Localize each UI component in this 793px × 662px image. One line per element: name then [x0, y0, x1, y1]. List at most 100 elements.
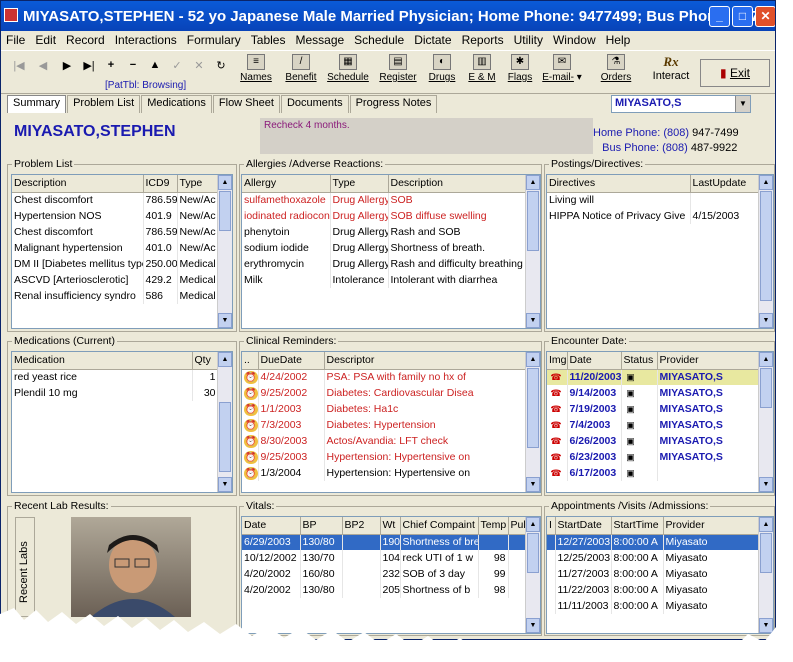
menu-formulary[interactable]: Formulary — [182, 33, 246, 47]
table-row[interactable]: 4/20/2002 160/80 232 SOB of 3 day 99 — [242, 566, 527, 582]
column-header[interactable]: Description — [12, 175, 144, 193]
column-header[interactable]: Medication — [12, 352, 193, 370]
table-row[interactable]: Living will — [547, 192, 760, 208]
scroll-thumb[interactable] — [527, 533, 539, 573]
menu-interactions[interactable]: Interactions — [110, 33, 182, 47]
scroll-up-icon[interactable]: ▲ — [218, 352, 232, 367]
menu-dictate[interactable]: Dictate — [409, 33, 456, 47]
table-row[interactable]: HIPPA Notice of Privacy Give 4/15/2003 — [547, 208, 760, 224]
scroll-up-icon[interactable]: ▲ — [218, 175, 232, 190]
allergies-grid[interactable]: Allergy Type Description sulfamethoxazole Dr… — [241, 174, 541, 329]
column-header[interactable]: LastUpdate — [690, 175, 760, 193]
table-row[interactable]: ⏰ 7/3/2003 Diabetes: Hypertension — [242, 417, 527, 433]
table-row[interactable]: ☎ 6/26/2003 ▣ MIYASATO,S — [547, 433, 760, 449]
table-row[interactable]: ⏰ 1/1/2003 Diabetes: Ha1c — [242, 401, 527, 417]
column-header[interactable]: Qty — [192, 352, 219, 370]
patient-note[interactable]: Recheck 4 months. — [260, 118, 593, 154]
postings-grid[interactable]: Directives LastUpdate Living will HIPPA Not… — [546, 174, 774, 329]
vertical-scrollbar[interactable]: ▲ ▼ — [217, 175, 232, 328]
scroll-down-icon[interactable]: ▼ — [759, 477, 773, 492]
table-row[interactable]: ☎ 11/20/2003 ▣ MIYASATO,S — [547, 369, 760, 385]
scroll-up-icon[interactable]: ▲ — [526, 175, 540, 190]
table-row[interactable]: ⏰ 1/3/2004 Hypertension: Hypertensive on — [242, 465, 527, 481]
scroll-up-icon[interactable]: ▲ — [759, 517, 773, 532]
scroll-thumb[interactable] — [527, 191, 539, 251]
menu-schedule[interactable]: Schedule — [349, 33, 409, 47]
table-row[interactable]: Chest discomfort 786.59 New/Ac — [12, 192, 222, 208]
column-header[interactable]: Chief Compaint — [400, 517, 479, 535]
table-row[interactable]: 11/22/2003 8:00:00 A Miyasato — [547, 582, 760, 598]
refresh-icon[interactable]: ↻ — [213, 59, 229, 72]
minimize-icon[interactable]: _ — [709, 6, 730, 27]
table-row[interactable]: ☎ 7/19/2003 ▣ MIYASATO,S — [547, 401, 760, 417]
schedule-button[interactable]: ▦ Schedule — [327, 54, 369, 83]
menu-utility[interactable]: Utility — [509, 33, 548, 47]
interact-button[interactable]: Rx Interact — [648, 54, 694, 82]
table-row[interactable]: ⏰ 9/25/2003 Hypertension: Hypertensive on — [242, 449, 527, 465]
table-row[interactable]: Plendil 10 mg 30 — [12, 385, 219, 401]
table-row[interactable]: 10/12/2002 130/70 104 reck UTI of 1 w 98 — [242, 550, 527, 566]
last-record-icon[interactable]: ▶| — [81, 59, 97, 72]
column-header[interactable]: StartDate — [555, 517, 612, 535]
column-header[interactable]: I — [547, 517, 556, 535]
scroll-up-icon[interactable]: ▲ — [759, 352, 773, 367]
scroll-down-icon[interactable]: ▼ — [759, 313, 773, 328]
column-header[interactable]: Status — [621, 352, 658, 370]
vertical-scrollbar[interactable]: ▲ ▼ — [217, 352, 232, 492]
next-record-icon[interactable]: ▶ — [59, 59, 75, 72]
vertical-scrollbar[interactable]: ▲ ▼ — [758, 352, 773, 492]
table-row[interactable]: ⏰ 8/30/2003 Actos/Avandia: LFT check — [242, 433, 527, 449]
title-bar[interactable]: MIYASATO,STEPHEN - 52 yo Japanese Male M… — [1, 1, 775, 31]
table-row[interactable]: Renal insufficiency syndro 586 Medical — [12, 288, 222, 304]
menu-window[interactable]: Window — [548, 33, 601, 47]
menu-reports[interactable]: Reports — [457, 33, 509, 47]
cancel-record-icon[interactable]: ✕ — [191, 59, 207, 72]
column-header[interactable]: Temp — [478, 517, 509, 535]
table-row[interactable]: ☎ 9/14/2003 ▣ MIYASATO,S — [547, 385, 760, 401]
reminders-grid[interactable]: .. DueDate Descriptor ⏰ 4/24/2002 PSA: PSA wi… — [241, 351, 541, 493]
table-row[interactable]: ⏰ 4/24/2002 PSA: PSA with family no hx of — [242, 369, 527, 385]
prev-record-icon[interactable]: ◀ — [35, 59, 51, 72]
table-row[interactable]: Milk Intolerance Intolerant with diarrhea — [242, 272, 527, 288]
tab-problem-list[interactable]: Problem List — [67, 95, 141, 113]
scroll-down-icon[interactable]: ▼ — [526, 477, 540, 492]
column-header[interactable]: StartTime — [611, 517, 664, 535]
post-record-icon[interactable]: ✓ — [169, 59, 185, 72]
menu-message[interactable]: Message — [290, 33, 349, 47]
tab-flow-sheet[interactable]: Flow Sheet — [212, 95, 280, 113]
column-header[interactable]: Descriptor — [324, 352, 527, 370]
table-row[interactable]: DM II [Diabetes mellitus type 250.00 Medic… — [12, 256, 222, 272]
column-header[interactable]: Pul — [508, 517, 527, 535]
vertical-scrollbar[interactable]: ▲ ▼ — [525, 175, 540, 328]
table-row[interactable]: red yeast rice 1 — [12, 369, 219, 385]
table-row[interactable]: Chest discomfort 786.59 New/Ac — [12, 224, 222, 240]
register-button[interactable]: ▤ Register — [377, 54, 419, 83]
table-row[interactable]: sodium iodide Drug Allergy Shortness of br… — [242, 240, 527, 256]
patient-select[interactable]: MIYASATO,S ▼ — [611, 95, 751, 113]
menu-record[interactable]: Record — [61, 33, 110, 47]
vertical-scrollbar[interactable]: ▲ ▼ — [525, 352, 540, 492]
menu-help[interactable]: Help — [601, 33, 636, 47]
column-header[interactable]: Img — [547, 352, 568, 370]
column-header[interactable]: Date — [567, 352, 622, 370]
scroll-up-icon[interactable]: ▲ — [759, 175, 773, 190]
scroll-down-icon[interactable]: ▼ — [218, 477, 232, 492]
scroll-down-icon[interactable]: ▼ — [526, 313, 540, 328]
email-button[interactable]: ✉ E-mail- ▾ — [537, 54, 587, 83]
em-button[interactable]: ▥ E & M — [461, 54, 503, 83]
table-row[interactable]: Hypertension NOS 401.9 New/Ac — [12, 208, 222, 224]
exit-button[interactable]: ▮ Exit — [700, 59, 770, 87]
table-row[interactable]: ⏰ 9/25/2002 Diabetes: Cardiovascular Disea — [242, 385, 527, 401]
table-row[interactable]: 6/29/2003 130/80 190 Shortness of bre — [242, 534, 527, 550]
column-header[interactable]: BP — [300, 517, 343, 535]
problem-list-grid[interactable]: Description ICD9 Type Chest discomfort 786.5… — [11, 174, 233, 329]
column-header[interactable]: Description — [388, 175, 527, 193]
scroll-thumb[interactable] — [527, 368, 539, 448]
menu-tables[interactable]: Tables — [246, 33, 291, 47]
table-row[interactable]: ☎ 6/23/2003 ▣ MIYASATO,S — [547, 449, 760, 465]
chevron-down-icon[interactable]: ▼ — [735, 96, 750, 112]
table-row[interactable]: 12/25/2003 8:00:00 A Miyasato — [547, 550, 760, 566]
tab-summary[interactable]: Summary — [7, 95, 67, 113]
table-row[interactable]: iodinated radiocon Drug Allergy SOB diffus… — [242, 208, 527, 224]
names-button[interactable]: ≡ Names — [235, 54, 277, 83]
